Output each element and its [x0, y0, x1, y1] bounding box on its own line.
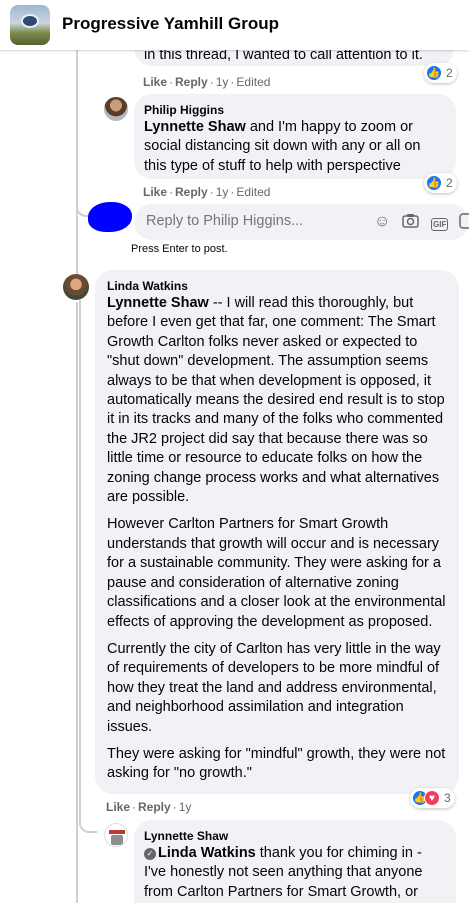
- thread-connector: [79, 815, 97, 833]
- comment-bubble: Philip Higgins Lynnette Shaw and I'm hap…: [134, 94, 456, 179]
- reaction-count: 2: [446, 66, 453, 80]
- comment-text: Lynnette Shaw and I'm happy to zoom or s…: [144, 118, 434, 176]
- gif-icon[interactable]: GIF: [431, 218, 449, 231]
- like-link[interactable]: Like: [143, 75, 167, 89]
- reaction-summary[interactable]: 👍 2: [424, 173, 457, 193]
- comment-actions: Like · Reply · 1y · Edited: [143, 75, 271, 89]
- comment-text: ✓ Linda Watkins thank you for chiming in …: [144, 844, 444, 902]
- thumbs-up-icon: 👍: [426, 175, 442, 191]
- comment-age[interactable]: 1y: [216, 185, 229, 199]
- edited-label: Edited: [236, 185, 271, 199]
- thumbs-up-icon: 👍: [426, 65, 442, 81]
- thread-line: [79, 300, 81, 820]
- like-link[interactable]: Like: [106, 800, 130, 814]
- comment-age[interactable]: 1y: [179, 800, 192, 814]
- comment-paragraph: Currently the city of Carlton has very l…: [107, 640, 441, 735]
- heart-icon: ♥: [424, 790, 440, 806]
- reply-link[interactable]: Reply: [175, 75, 208, 89]
- mention-link[interactable]: Lynnette Shaw: [107, 295, 209, 311]
- comment-paragraph: However Carlton Partners for Smart Growt…: [107, 516, 446, 630]
- reaction-count: 2: [446, 176, 453, 190]
- comment-body: -- I will read this thoroughly, but befo…: [107, 295, 445, 506]
- camera-icon[interactable]: [402, 213, 419, 234]
- comment-author[interactable]: Philip Higgins: [144, 103, 224, 117]
- comment-age[interactable]: 1y: [216, 75, 229, 89]
- comment-paragraph: Lynnette Shaw -- I will read this thorou…: [107, 294, 447, 507]
- edited-label: Edited: [236, 75, 271, 89]
- thread-line: [76, 50, 78, 290]
- reaction-summary[interactable]: 👍 ♥ 3: [410, 788, 455, 808]
- avatar[interactable]: [104, 823, 128, 847]
- emoji-icon[interactable]: ☺: [374, 213, 390, 231]
- comment-actions: Like · Reply · 1y: [106, 800, 192, 814]
- mention-link[interactable]: Lynnette Shaw: [144, 119, 246, 135]
- like-link[interactable]: Like: [143, 185, 167, 199]
- avatar[interactable]: [63, 274, 89, 300]
- comment-text: Lynnette Shaw -- I will read this thorou…: [107, 294, 447, 792]
- reply-link[interactable]: Reply: [175, 185, 208, 199]
- reply-box[interactable]: ☺ GIF: [134, 204, 469, 240]
- avatar[interactable]: [104, 97, 128, 121]
- current-user-avatar[interactable]: [88, 202, 132, 232]
- mention-link[interactable]: Linda Watkins: [158, 845, 256, 861]
- verified-icon: ✓: [144, 848, 156, 860]
- comment-bubble: Lynnette Shaw ✓ Linda Watkins thank you f…: [134, 820, 456, 903]
- comment-author[interactable]: Linda Watkins: [107, 279, 188, 293]
- group-name[interactable]: Progressive Yamhill Group: [62, 14, 279, 34]
- group-avatar[interactable]: [10, 5, 50, 45]
- reply-input[interactable]: [146, 213, 366, 229]
- comment-actions: Like · Reply · 1y · Edited: [143, 185, 271, 199]
- group-header: Progressive Yamhill Group: [0, 0, 469, 50]
- press-enter-hint: Press Enter to post.: [131, 243, 228, 255]
- comment-bubble: Linda Watkins Lynnette Shaw -- I will re…: [95, 270, 459, 794]
- thread-line: [76, 302, 78, 903]
- reaction-summary[interactable]: 👍 2: [424, 63, 457, 83]
- reaction-count: 3: [444, 791, 451, 805]
- reply-link[interactable]: Reply: [138, 800, 171, 814]
- comment-paragraph: They were asking for "mindful" growth, t…: [107, 745, 446, 782]
- sticker-icon[interactable]: [459, 213, 469, 234]
- comment-author[interactable]: Lynnette Shaw: [144, 829, 228, 843]
